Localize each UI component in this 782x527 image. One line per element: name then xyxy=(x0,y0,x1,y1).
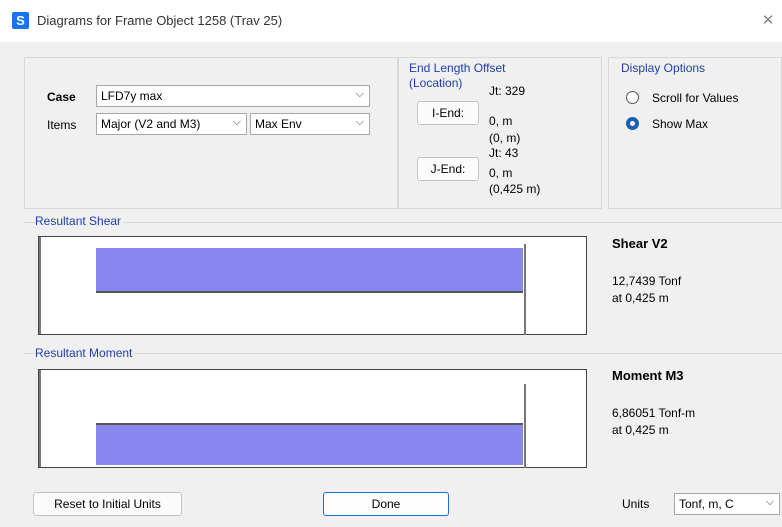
app-icon: S xyxy=(12,12,29,29)
i-end-button-label: I-End: xyxy=(431,106,464,120)
i-end-button[interactable]: I-End: xyxy=(417,101,479,125)
scroll-for-values-label[interactable]: Scroll for Values xyxy=(652,91,738,105)
chevron-down-icon: ⌵ xyxy=(355,116,364,128)
case-label: Case xyxy=(47,90,76,104)
units-select[interactable]: Tonf, m, C ⌵ xyxy=(674,493,780,515)
shear-heading: Shear V2 xyxy=(612,236,668,251)
window-title: Diagrams for Frame Object 1258 (Trav 25) xyxy=(37,13,283,28)
items-envelope-select[interactable]: Max Env ⌵ xyxy=(250,113,370,135)
moment-diagram-fill xyxy=(96,425,523,465)
moment-heading: Moment M3 xyxy=(612,368,684,383)
shear-baseline xyxy=(96,291,523,293)
items-component-value: Major (V2 and M3) xyxy=(101,117,201,131)
shear-diagram xyxy=(38,236,587,335)
case-select-value: LFD7y max xyxy=(101,89,163,103)
shear-value: 12,7439 Tonf xyxy=(612,274,682,288)
moment-frame-edge xyxy=(39,370,41,467)
reset-units-button[interactable]: Reset to Initial Units xyxy=(33,492,182,516)
i-end-location: (0, m) xyxy=(489,131,521,145)
reset-units-button-label: Reset to Initial Units xyxy=(54,497,161,511)
moment-diagram xyxy=(38,369,587,468)
shear-location: at 0,425 m xyxy=(612,291,669,305)
j-end-button[interactable]: J-End: xyxy=(417,157,479,181)
moment-location: at 0,425 m xyxy=(612,423,669,437)
shear-section-title: Resultant Shear xyxy=(35,214,124,228)
show-max-radio[interactable] xyxy=(626,117,639,130)
chevron-down-icon: ⌵ xyxy=(355,88,364,100)
moment-section-title: Resultant Moment xyxy=(35,346,135,360)
done-button-label: Done xyxy=(371,497,401,511)
display-options-title: Display Options xyxy=(621,61,706,75)
chevron-down-icon: ⌵ xyxy=(232,116,241,128)
shear-end-line xyxy=(524,244,526,335)
units-select-value: Tonf, m, C xyxy=(679,497,734,511)
done-button[interactable]: Done xyxy=(323,492,449,516)
moment-end-line xyxy=(524,384,526,468)
units-label: Units xyxy=(622,497,650,511)
items-component-select[interactable]: Major (V2 and M3) ⌵ xyxy=(96,113,247,135)
i-end-offset: 0, m xyxy=(489,114,513,128)
i-end-joint: Jt: 329 xyxy=(489,84,526,98)
j-end-button-label: J-End: xyxy=(430,162,466,176)
end-offset-subtitle: (Location) xyxy=(409,76,463,90)
items-label: Items xyxy=(47,118,77,132)
j-end-joint: Jt: 43 xyxy=(489,146,519,160)
display-options-group xyxy=(608,57,782,209)
show-max-label[interactable]: Show Max xyxy=(652,117,708,131)
j-end-location: (0,425 m) xyxy=(489,182,541,196)
chevron-down-icon: ⌵ xyxy=(765,496,774,508)
end-offset-title: End Length Offset xyxy=(409,61,506,75)
j-end-offset: 0, m xyxy=(489,166,513,180)
moment-value: 6,86051 Tonf-m xyxy=(612,406,696,420)
scroll-for-values-radio[interactable] xyxy=(626,91,639,104)
close-icon[interactable]: ✕ xyxy=(758,12,778,32)
title-bar: S Diagrams for Frame Object 1258 (Trav 2… xyxy=(0,0,782,42)
shear-frame-edge xyxy=(39,237,41,334)
shear-diagram-fill xyxy=(96,248,523,291)
items-envelope-value: Max Env xyxy=(255,117,302,131)
case-select[interactable]: LFD7y max ⌵ xyxy=(96,85,370,107)
